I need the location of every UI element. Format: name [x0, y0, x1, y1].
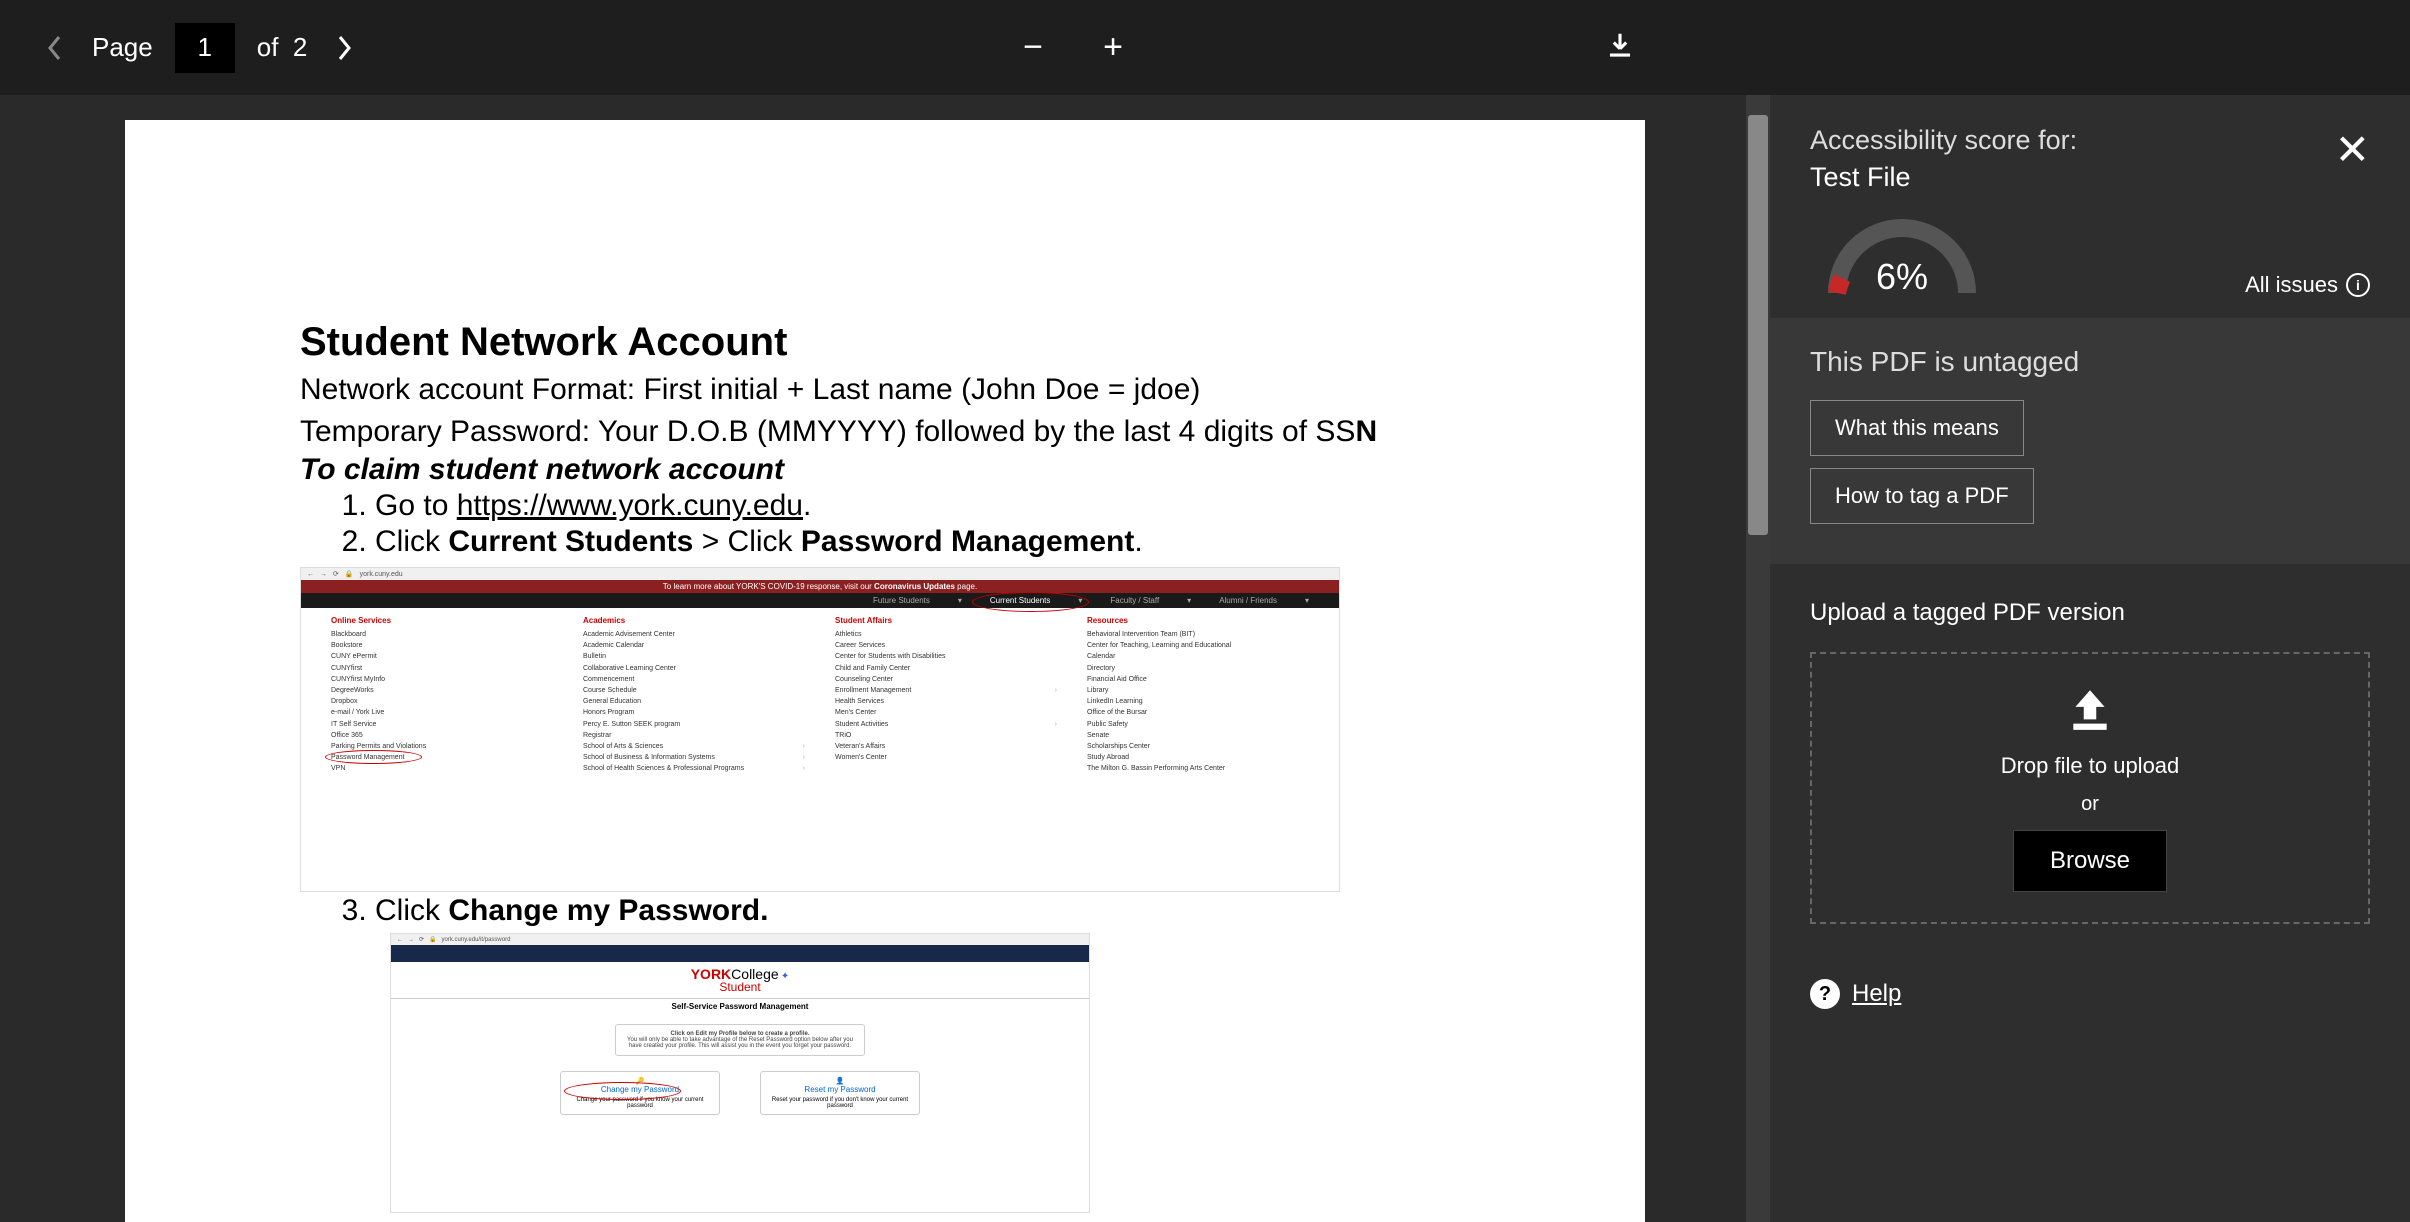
info-icon: i	[2346, 273, 2370, 297]
page-of-label: of 2	[257, 32, 308, 63]
prev-page-button[interactable]	[40, 33, 70, 63]
shot1-banner: To learn more about YORK'S COVID-19 resp…	[301, 580, 1339, 593]
upload-icon	[2065, 684, 2115, 739]
doc-password-line: Temporary Password: Your D.O.B (MMYYYY) …	[300, 411, 1470, 453]
doc-steps: Go to https://www.york.cuny.edu. Click C…	[375, 489, 1470, 559]
next-page-button[interactable]	[329, 33, 359, 63]
scrollbar-thumb[interactable]	[1748, 115, 1768, 535]
shot2-subtitle: Self-Service Password Management	[391, 998, 1089, 1014]
download-button[interactable]	[1605, 30, 1635, 65]
doc-step-2: Click Current Students > Click Password …	[375, 525, 1470, 559]
screenshot-2: ←→⟳🔒york.cuny.edu/it/password YORKColleg…	[390, 933, 1090, 1213]
doc-steps-cont: Click Change my Password.	[375, 894, 1470, 928]
doc-format-line: Network account Format: First initial + …	[300, 369, 1470, 411]
doc-claim-line: To claim student network account	[300, 453, 1470, 487]
untagged-section: This PDF is untagged What this means How…	[1770, 318, 2410, 564]
drop-text: Drop file to upload	[2001, 753, 2180, 779]
untagged-title: This PDF is untagged	[1810, 346, 2370, 378]
how-to-tag-button[interactable]: How to tag a PDF	[1810, 468, 2034, 524]
screenshot-1: ←→⟳🔒york.cuny.edu To learn more about YO…	[300, 567, 1340, 892]
page-label: Page	[92, 32, 153, 63]
accessibility-sidebar: ✕ Accessibility score for: Test File 6% …	[1770, 95, 2410, 1222]
sidebar-filename: Test File	[1810, 162, 2370, 193]
what-this-means-button[interactable]: What this means	[1810, 400, 2024, 456]
shot2-infobox: Click on Edit my Profile below to create…	[615, 1024, 865, 1056]
or-text: or	[2081, 793, 2099, 816]
viewer-scrollbar[interactable]	[1746, 95, 1770, 1222]
shot1-addressbar: ←→⟳🔒york.cuny.edu	[301, 568, 1339, 580]
zoom-out-button[interactable]: −	[1013, 28, 1053, 68]
main-area: Student Network Account Network account …	[0, 95, 2410, 1222]
doc-heading: Student Network Account	[300, 320, 1470, 365]
sidebar-title: Accessibility score for:	[1810, 125, 2370, 156]
shot2-logo: YORKCollege ✦ Student	[391, 962, 1089, 998]
pdf-toolbar: Page of 2 − +	[0, 0, 2410, 95]
upload-label: Upload a tagged PDF version	[1810, 599, 2370, 627]
browse-button[interactable]: Browse	[2013, 830, 2167, 892]
upload-dropzone[interactable]: Drop file to upload or Browse	[1810, 652, 2370, 924]
pdf-viewer: Student Network Account Network account …	[0, 95, 1770, 1222]
shot2-addressbar: ←→⟳🔒york.cuny.edu/it/password	[391, 934, 1089, 945]
pdf-page: Student Network Account Network account …	[125, 120, 1645, 1222]
page-input[interactable]	[175, 23, 235, 73]
shot2-card-change: 🔑 Change my Password Change your passwor…	[560, 1071, 720, 1115]
help-icon: ?	[1810, 979, 1840, 1009]
score-value: 6%	[1876, 256, 1928, 298]
zoom-controls: − +	[1013, 28, 1133, 68]
shot1-nav: Future Students▾ Current Students▾ Facul…	[301, 593, 1339, 608]
all-issues-link[interactable]: All issues i	[2245, 272, 2370, 298]
shot2-cards: 🔑 Change my Password Change your passwor…	[391, 1066, 1089, 1115]
doc-step-1: Go to https://www.york.cuny.edu.	[375, 489, 1470, 523]
page-nav: Page of 2	[40, 23, 359, 73]
score-gauge: 6%	[1822, 218, 1982, 298]
help-link[interactable]: ? Help	[1810, 979, 2370, 1009]
doc-step-3: Click Change my Password.	[375, 894, 1470, 928]
zoom-in-button[interactable]: +	[1093, 28, 1133, 68]
close-icon[interactable]: ✕	[2335, 125, 2370, 174]
shot2-card-reset: 👤 Reset my Password Reset your password …	[760, 1071, 920, 1115]
